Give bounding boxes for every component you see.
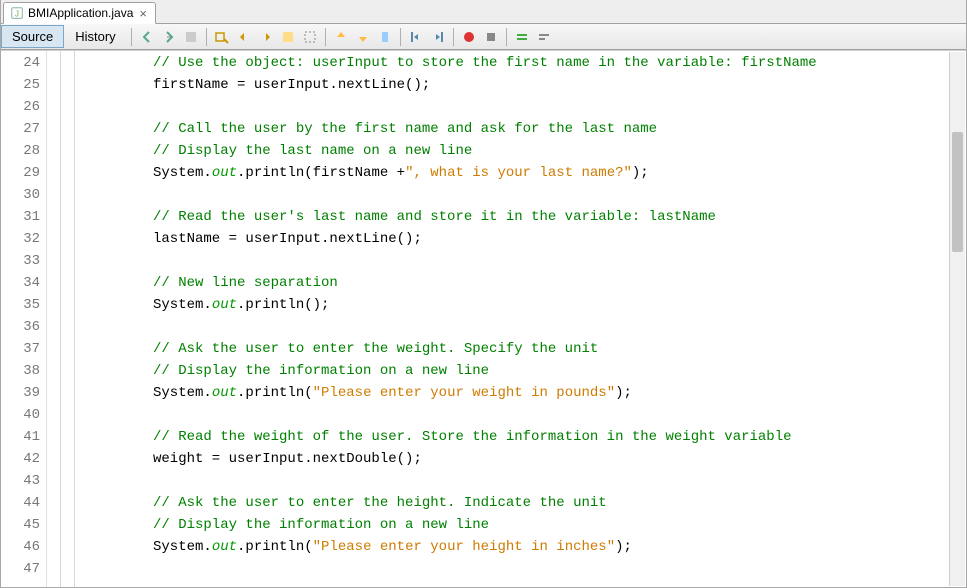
find-selection-icon[interactable] (213, 28, 231, 46)
navigate-back-icon[interactable] (138, 28, 156, 46)
code-line[interactable]: System.out.println(firstName +", what is… (153, 162, 966, 184)
line-number: 40 (1, 404, 40, 426)
file-tab-bar: J BMIApplication.java × (1, 0, 966, 24)
code-line[interactable]: // Ask the user to enter the height. Ind… (153, 492, 966, 514)
toolbar-separator (206, 28, 207, 46)
java-file-icon: J (10, 6, 24, 20)
line-number: 32 (1, 228, 40, 250)
shift-right-icon[interactable] (429, 28, 447, 46)
line-number-gutter: 2425262728293031323334353637383940414243… (1, 51, 47, 587)
line-number: 34 (1, 272, 40, 294)
code-line[interactable] (153, 316, 966, 338)
editor-toolbar: Source History (1, 24, 966, 50)
line-number: 27 (1, 118, 40, 140)
previous-bookmark-icon[interactable] (332, 28, 350, 46)
fold-column[interactable] (47, 51, 61, 587)
line-number: 25 (1, 74, 40, 96)
file-tab[interactable]: J BMIApplication.java × (3, 2, 156, 24)
code-line[interactable] (153, 184, 966, 206)
toolbar-separator (131, 28, 132, 46)
file-tab-label: BMIApplication.java (28, 6, 133, 20)
code-editor[interactable]: // Use the object: userInput to store th… (75, 51, 966, 587)
find-next-icon[interactable] (257, 28, 275, 46)
code-line[interactable] (153, 404, 966, 426)
code-line[interactable]: // New line separation (153, 272, 966, 294)
source-view-button[interactable]: Source (1, 25, 64, 48)
code-line[interactable] (153, 250, 966, 272)
line-number: 26 (1, 96, 40, 118)
code-line[interactable]: firstName = userInput.nextLine(); (153, 74, 966, 96)
toolbar-separator (453, 28, 454, 46)
code-line[interactable]: System.out.println("Please enter your he… (153, 536, 966, 558)
toggle-bookmark-icon[interactable] (376, 28, 394, 46)
line-number: 45 (1, 514, 40, 536)
toolbar-separator (400, 28, 401, 46)
code-line[interactable]: // Display the information on a new line (153, 360, 966, 382)
comment-icon[interactable] (513, 28, 531, 46)
line-number: 47 (1, 558, 40, 580)
toolbar-icon[interactable] (182, 28, 200, 46)
code-line[interactable]: // Display the last name on a new line (153, 140, 966, 162)
toggle-highlight-icon[interactable] (279, 28, 297, 46)
line-number: 24 (1, 52, 40, 74)
uncomment-icon[interactable] (535, 28, 553, 46)
line-number: 35 (1, 294, 40, 316)
line-number: 33 (1, 250, 40, 272)
line-number: 31 (1, 206, 40, 228)
code-line[interactable]: // Call the user by the first name and a… (153, 118, 966, 140)
fold-column[interactable] (61, 51, 75, 587)
close-icon[interactable]: × (137, 6, 149, 21)
code-line[interactable]: System.out.println("Please enter your we… (153, 382, 966, 404)
code-line[interactable]: // Read the user's last name and store i… (153, 206, 966, 228)
toggle-rectangular-icon[interactable] (301, 28, 319, 46)
line-number: 38 (1, 360, 40, 382)
editor-area: 2425262728293031323334353637383940414243… (1, 50, 966, 587)
line-number: 43 (1, 470, 40, 492)
code-line[interactable]: System.out.println(); (153, 294, 966, 316)
next-bookmark-icon[interactable] (354, 28, 372, 46)
history-view-button[interactable]: History (64, 25, 126, 48)
code-line[interactable]: weight = userInput.nextDouble(); (153, 448, 966, 470)
find-previous-icon[interactable] (235, 28, 253, 46)
line-number: 42 (1, 448, 40, 470)
line-number: 28 (1, 140, 40, 162)
line-number: 36 (1, 316, 40, 338)
code-line[interactable] (153, 558, 966, 580)
line-number: 37 (1, 338, 40, 360)
macro-record-icon[interactable] (460, 28, 478, 46)
line-number: 41 (1, 426, 40, 448)
line-number: 39 (1, 382, 40, 404)
svg-text:J: J (15, 10, 19, 19)
code-line[interactable]: lastName = userInput.nextLine(); (153, 228, 966, 250)
navigate-forward-icon[interactable] (160, 28, 178, 46)
code-line[interactable] (153, 470, 966, 492)
vertical-scrollbar[interactable] (949, 52, 965, 586)
scroll-thumb[interactable] (952, 132, 963, 252)
toolbar-separator (325, 28, 326, 46)
toolbar-separator (506, 28, 507, 46)
line-number: 30 (1, 184, 40, 206)
line-number: 29 (1, 162, 40, 184)
line-number: 44 (1, 492, 40, 514)
code-line[interactable] (153, 96, 966, 118)
code-line[interactable]: // Use the object: userInput to store th… (153, 52, 966, 74)
shift-left-icon[interactable] (407, 28, 425, 46)
code-line[interactable]: // Ask the user to enter the weight. Spe… (153, 338, 966, 360)
line-number: 46 (1, 536, 40, 558)
code-line[interactable]: // Read the weight of the user. Store th… (153, 426, 966, 448)
code-line[interactable]: // Display the information on a new line (153, 514, 966, 536)
macro-stop-icon[interactable] (482, 28, 500, 46)
